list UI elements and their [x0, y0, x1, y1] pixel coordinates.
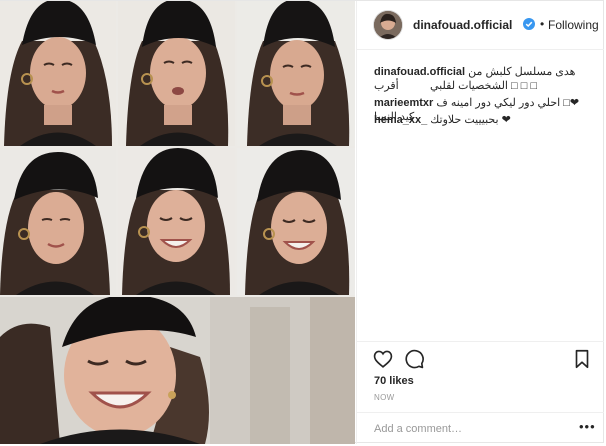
bookmark-icon[interactable]: [571, 348, 593, 370]
collage-photo-3: [237, 1, 355, 146]
collage-photo-1: [0, 1, 116, 146]
collage-photo-4: [0, 148, 116, 295]
comment-item: hema_xx_ ❤ بحبيييت حلاوتك: [374, 113, 594, 127]
instagram-post: dinafouad.official • Following dinafouad…: [0, 0, 604, 444]
header-separator: •: [540, 17, 545, 31]
comment-icon[interactable]: [403, 348, 425, 370]
caption-username[interactable]: dinafouad.official: [374, 66, 465, 78]
avatar[interactable]: [374, 11, 402, 39]
comment-username[interactable]: marieemtxr: [374, 97, 433, 109]
caption-text-line-2: □ □ □ الشخصيات لقلبي: [430, 80, 538, 92]
collage-photo-5: [118, 148, 235, 295]
more-options-icon[interactable]: •••: [579, 419, 596, 434]
comment-text: ❤ بحبيييت حلاوتك: [430, 114, 511, 126]
comments-list: dinafouad.official هدى مسلسل كلبش من أقر…: [357, 51, 604, 341]
caption: dinafouad.official هدى مسلسل كلبش من أقر…: [374, 65, 594, 93]
post-header: dinafouad.official • Following: [357, 1, 604, 50]
collage-photo-6: [237, 148, 355, 295]
post-actions: 70 likes NOW •••: [357, 341, 604, 446]
post-image-collage[interactable]: [0, 1, 355, 444]
collage-photo-2: [118, 1, 235, 146]
heart-icon[interactable]: [372, 348, 394, 370]
verified-badge-icon: [523, 18, 535, 30]
following-button[interactable]: Following: [548, 18, 599, 32]
add-comment-bar: •••: [357, 412, 604, 445]
comment-username[interactable]: hema_xx_: [374, 114, 427, 126]
likes-count[interactable]: 70 likes: [374, 375, 414, 387]
collage-photo-large: [0, 297, 355, 444]
post-side-panel: dinafouad.official • Following dinafouad…: [356, 1, 604, 444]
username-link[interactable]: dinafouad.official: [413, 18, 512, 32]
post-timestamp: NOW: [374, 393, 395, 402]
add-comment-input[interactable]: [374, 421, 564, 437]
